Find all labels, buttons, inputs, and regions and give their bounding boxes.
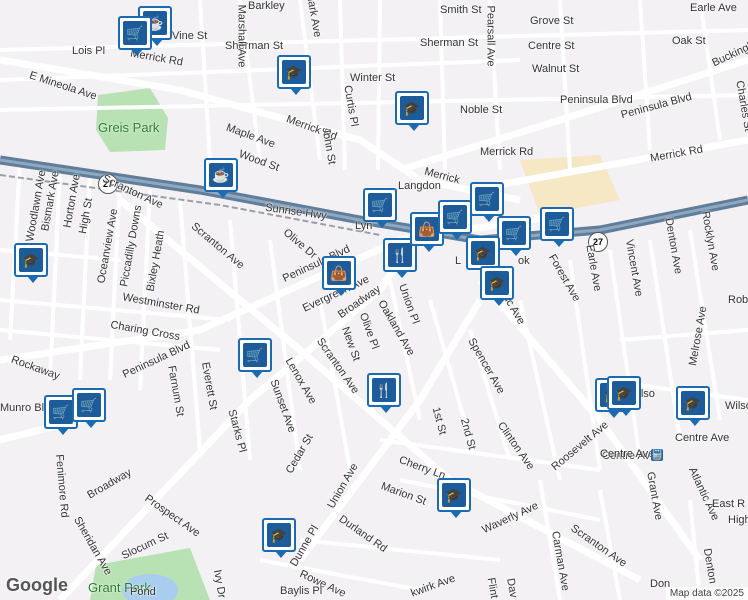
street-label: Oak St	[672, 35, 706, 47]
school-icon: 🎓	[282, 60, 306, 84]
school-icon: 🎓	[400, 96, 424, 120]
shopping-cart-icon: 🛒	[243, 343, 267, 367]
poi-pin[interactable]: 🎓	[676, 386, 710, 426]
poi-pin[interactable]: 🛒	[540, 207, 574, 247]
shopping-cart-icon: 🛒	[502, 221, 526, 245]
map-attribution[interactable]: Map data ©2025	[665, 587, 748, 600]
street-label: Peninsula Blvd	[560, 94, 633, 106]
minor-streets	[0, 0, 748, 600]
street-label: ok	[518, 255, 530, 267]
school-icon: 🎓	[471, 241, 495, 265]
poi-pin[interactable]: 🛒	[470, 182, 504, 222]
street-label: Walnut St	[532, 63, 580, 75]
street-label: Lois Pl	[72, 45, 106, 57]
school-icon: 🎓	[267, 523, 291, 547]
shopping-cart-icon: 🛒	[368, 193, 392, 217]
street-label: Earle Ave	[690, 2, 737, 14]
poi-pin[interactable]: 🛒	[238, 338, 272, 378]
street-label: Pearsall Ave	[484, 5, 497, 67]
shopping-cart-icon: 🛒	[545, 212, 569, 236]
restaurant-icon: 🍴	[372, 378, 396, 402]
shopping-cart-icon: 🛒	[77, 393, 101, 417]
street-label: Grove St	[530, 15, 574, 27]
poi-pin[interactable]: 🍴	[367, 373, 401, 413]
poi-pin[interactable]: 🛒	[497, 216, 531, 256]
poi-pin[interactable]: 🎓	[480, 266, 514, 306]
poi-pin[interactable]: 🛒	[118, 16, 152, 56]
street-label: Sherman St	[225, 40, 284, 52]
shopping-cart-icon: 🛒	[443, 205, 467, 229]
shopping-cart-icon: 🛒	[49, 400, 73, 424]
school-icon: 🎓	[485, 271, 509, 295]
street-label: Centre Ave	[675, 432, 730, 444]
poi-pin[interactable]: 🛒	[72, 388, 106, 428]
transit-label[interactable]: Centre Av 🚆	[600, 448, 664, 461]
poi-pin[interactable]: 🎓	[277, 55, 311, 95]
train-icon: 🚆	[651, 449, 664, 461]
school-icon: 🎓	[612, 381, 636, 405]
street-label: Centre St	[528, 40, 575, 52]
poi-pin[interactable]: 🎓	[466, 236, 500, 276]
restaurant-icon: 🍴	[388, 243, 412, 267]
school-icon: 🎓	[19, 248, 43, 272]
poi-pin[interactable]: 🎓	[395, 91, 429, 131]
poi-pin[interactable]: 🎓	[607, 376, 641, 416]
poi-pin[interactable]: 🛒	[363, 188, 397, 228]
poi-pin[interactable]: ☕	[204, 158, 238, 198]
street-label: Wilso	[725, 400, 748, 412]
street-label: Noble St	[460, 104, 503, 116]
street-label: Pond	[130, 586, 156, 598]
shopping-cart-icon: 🛒	[123, 21, 147, 45]
street-label: Barkley	[248, 0, 285, 12]
shopping-cart-icon: 🛒	[475, 187, 499, 211]
poi-pin[interactable]: 👜	[322, 256, 356, 296]
park-label-greis: Greis Park	[98, 120, 160, 135]
street-label: East R	[712, 498, 746, 510]
google-logo: Google	[6, 575, 68, 595]
poi-pin[interactable]: 🎓	[437, 478, 471, 518]
poi-pin[interactable]: 🎓	[14, 243, 48, 283]
school-icon: 🎓	[442, 483, 466, 507]
school-icon: 🎓	[681, 391, 705, 415]
map-base-layer	[0, 0, 748, 600]
street-label: Vine St	[172, 30, 208, 42]
cafe-icon: ☕	[209, 163, 233, 187]
shopping-bag-icon: 👜	[415, 217, 439, 241]
street-label: L	[455, 255, 462, 267]
street-label: Sherman St	[420, 37, 479, 49]
map-canvas[interactable]: Greis Park Grant Park 27 27 Smith St Gro…	[0, 0, 748, 600]
street-label: Baylis Pl	[280, 585, 323, 597]
street-label: Smith St	[440, 4, 482, 16]
shopping-bag-icon: 👜	[327, 261, 351, 285]
poi-pin[interactable]: 🎓	[262, 518, 296, 558]
street-label: Marshall Ave	[235, 4, 248, 68]
street-label: Rob	[728, 294, 748, 306]
poi-pin[interactable]: 🛒	[438, 200, 472, 240]
street-label: High	[728, 514, 748, 526]
street-label: Merrick Rd	[480, 146, 534, 158]
street-label: Langdon	[398, 180, 441, 192]
street-label: Winter St	[350, 72, 396, 84]
transit-stop-name: Centre Av	[600, 448, 649, 460]
